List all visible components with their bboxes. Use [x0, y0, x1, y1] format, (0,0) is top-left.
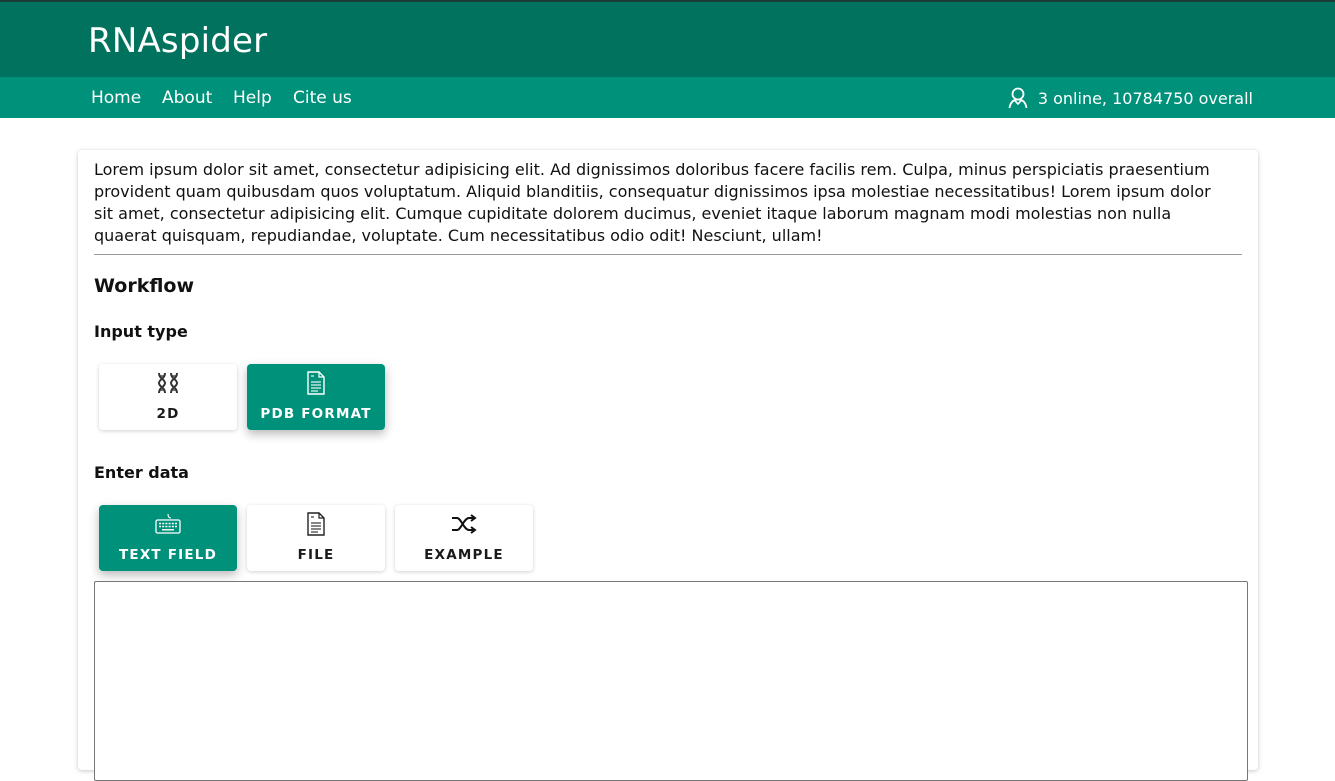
input-type-2d-button[interactable]: 2D: [99, 364, 237, 430]
enter-data-example-button[interactable]: EXAMPLE: [395, 505, 533, 571]
input-type-heading: Input type: [94, 322, 188, 341]
enter-data-text-field-label: TEXT FIELD: [118, 547, 218, 563]
nav-link-about[interactable]: About: [162, 88, 212, 108]
app-title[interactable]: RNAspider: [88, 21, 267, 61]
user-icon: [1008, 87, 1028, 109]
main-card: Lorem ipsum dolor sit amet, consectetur …: [78, 150, 1258, 781]
shuffle-icon: [452, 514, 477, 534]
document-icon: [307, 512, 325, 536]
data-textarea[interactable]: [94, 581, 1248, 781]
enter-data-file-button[interactable]: FILE: [247, 505, 385, 571]
online-count-text: 3 online, 10784750 overall: [1037, 88, 1253, 108]
nav-link-help[interactable]: Help: [233, 88, 272, 108]
input-type-pdb-button[interactable]: PDB FORMAT: [247, 364, 385, 430]
online-status: 3 online, 10784750 overall: [1008, 87, 1253, 109]
enter-data-heading: Enter data: [94, 463, 189, 482]
enter-data-text-field-button[interactable]: TEXT FIELD: [99, 505, 237, 571]
enter-data-example-label: EXAMPLE: [424, 547, 504, 563]
input-type-pdb-label: PDB FORMAT: [260, 406, 372, 422]
divider: [94, 254, 1242, 255]
nav-link-home[interactable]: Home: [91, 88, 141, 108]
nav-link-cite-us[interactable]: Cite us: [293, 88, 352, 108]
dna-icon: [157, 372, 179, 394]
input-type-2d-label: 2D: [156, 406, 180, 422]
enter-data-file-label: FILE: [297, 547, 335, 563]
nav-bar: Home About Help Cite us 3 online, 107847…: [0, 77, 1335, 118]
document-icon: [307, 371, 325, 395]
keyboard-icon: [155, 513, 181, 534]
intro-text: Lorem ipsum dolor sit amet, consectetur …: [94, 160, 1211, 245]
workflow-heading: Workflow: [94, 275, 195, 297]
header-bar: RNAspider: [0, 0, 1335, 77]
